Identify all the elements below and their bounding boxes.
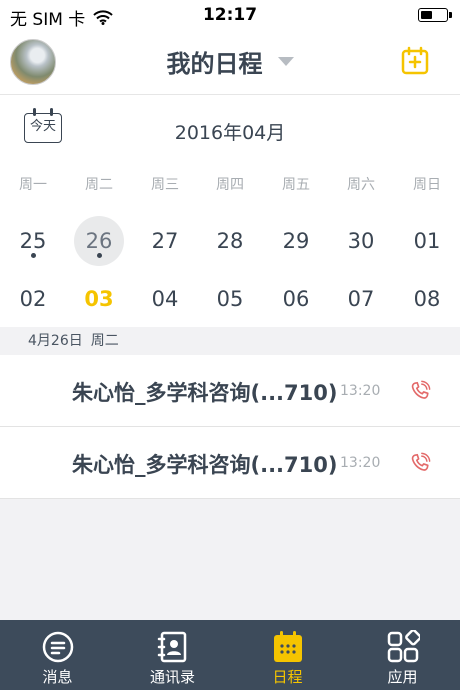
status-bar: 无 SIM 卡 12:17: [0, 0, 460, 30]
day-number: 05: [216, 287, 244, 311]
day-number: 28: [216, 229, 244, 253]
day-cell[interactable]: 04: [132, 273, 198, 325]
day-cell[interactable]: 25: [0, 215, 66, 267]
phone-icon[interactable]: [409, 452, 431, 474]
day-cell[interactable]: 30: [328, 215, 394, 267]
day-cell[interactable]: 05: [197, 273, 263, 325]
day-number: 02: [19, 287, 47, 311]
day-number: 07: [347, 287, 375, 311]
section-weekday: 周二: [90, 333, 119, 349]
phone-icon[interactable]: [409, 380, 431, 402]
calendar-icon: [274, 631, 302, 662]
day-number: 06: [282, 287, 310, 311]
day-cell[interactable]: 01: [394, 215, 460, 267]
contacts-icon: [157, 631, 187, 663]
event-row[interactable]: 朱心怡_多学科咨询(...710) 13:20: [0, 355, 460, 427]
day-cell[interactable]: 27: [132, 215, 198, 267]
event-title: 朱心怡_多学科咨询(...710): [72, 381, 338, 405]
title-dropdown[interactable]: 我的日程: [0, 44, 460, 79]
tab-label: 通讯录: [149, 668, 195, 686]
page-title: 我的日程: [166, 50, 263, 78]
tab-apps[interactable]: 应用: [345, 620, 460, 690]
day-cell[interactable]: 29: [263, 215, 329, 267]
weekday-label: 周六: [347, 177, 375, 193]
event-dot: [31, 253, 36, 258]
day-number: 08: [413, 287, 441, 311]
event-list: 朱心怡_多学科咨询(...710) 13:20 朱心怡_多学科咨询(...710…: [0, 355, 460, 499]
tab-bar: 消息 通讯录 日程 应用: [0, 620, 460, 690]
tab-label: 应用: [387, 668, 418, 686]
weekday-label: 周日: [413, 177, 441, 193]
chevron-down-icon: [277, 57, 294, 66]
calendar-plus-icon[interactable]: [400, 46, 430, 76]
section-header: 4月26日 周二: [0, 327, 460, 355]
message-icon: [42, 631, 74, 663]
event-title: 朱心怡_多学科咨询(...710): [72, 453, 338, 477]
day-number: 03: [84, 287, 114, 311]
day-number: 29: [282, 229, 310, 253]
header: 我的日程: [0, 30, 460, 95]
day-number: 26: [85, 229, 113, 253]
day-number: 27: [151, 229, 179, 253]
status-time: 12:17: [202, 5, 258, 25]
month-label: 2016年04月: [174, 122, 286, 144]
weekday-label: 周四: [216, 177, 244, 193]
calendar: 今天 2016年04月 周一 周二 周三 周四 周五 周六 周日 25 26 2…: [0, 95, 460, 327]
day-number: 04: [151, 287, 179, 311]
weekday-label: 周五: [282, 177, 310, 193]
weekday-label: 周三: [151, 177, 179, 193]
weekday-label: 周一: [19, 177, 47, 193]
tab-schedule[interactable]: 日程: [230, 620, 345, 690]
section-date: 4月26日: [28, 333, 83, 349]
event-row[interactable]: 朱心怡_多学科咨询(...710) 13:20: [0, 427, 460, 499]
apps-icon: [387, 630, 420, 663]
tab-contacts[interactable]: 通讯录: [115, 620, 230, 690]
weekday-header: 周一 周二 周三 周四 周五 周六 周日: [0, 174, 460, 193]
battery-icon: [418, 8, 452, 22]
weekday-label: 周二: [85, 177, 113, 193]
day-cell-selected[interactable]: 26: [66, 215, 132, 267]
day-cell[interactable]: 02: [0, 273, 66, 325]
event-dot: [97, 253, 102, 258]
day-cell[interactable]: 08: [394, 273, 460, 325]
day-cell[interactable]: 07: [328, 273, 394, 325]
tab-label: 日程: [272, 668, 303, 686]
day-cell[interactable]: 06: [263, 273, 329, 325]
day-number: 01: [413, 229, 441, 253]
event-time: 13:20: [340, 383, 381, 399]
day-cell[interactable]: 28: [197, 215, 263, 267]
day-cell-today[interactable]: 03: [66, 273, 132, 325]
day-number: 30: [347, 229, 375, 253]
tab-label: 消息: [42, 668, 73, 686]
event-time: 13:20: [340, 455, 381, 471]
tab-messages[interactable]: 消息: [0, 620, 115, 690]
day-number: 25: [19, 229, 47, 253]
